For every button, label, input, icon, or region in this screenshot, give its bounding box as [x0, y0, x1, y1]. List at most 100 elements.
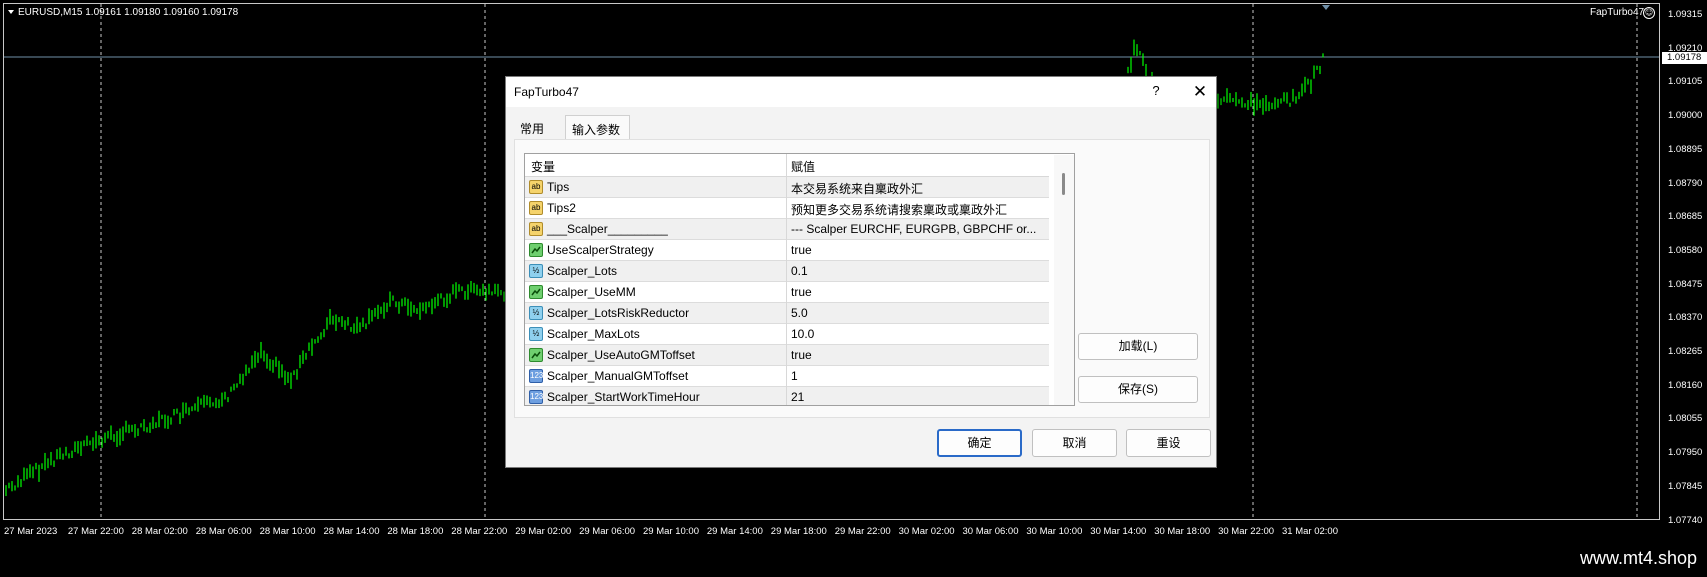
price-tick-label: 1.07740 — [1668, 514, 1703, 526]
close-button[interactable]: ✕ — [1188, 81, 1212, 103]
bool-type-icon — [529, 348, 543, 362]
price-tick-label: 1.07845 — [1668, 480, 1703, 492]
save-button[interactable]: 保存(S) — [1078, 376, 1198, 403]
tab-input-parameters[interactable]: 输入参数 — [565, 115, 630, 139]
time-tick-label: 28 Mar 10:00 — [259, 526, 316, 537]
dialog-titlebar[interactable]: FapTurbo47 ? ✕ — [506, 77, 1216, 107]
reset-button[interactable]: 重设 — [1126, 429, 1211, 457]
table-row[interactable]: ½ Scalper_Lots 0.1 — [525, 261, 1049, 282]
time-tick-label: 29 Mar 06:00 — [579, 526, 636, 537]
table-row[interactable]: ½ Scalper_MaxLots 10.0 — [525, 324, 1049, 345]
table-row[interactable]: ½ Scalper_LotsRiskReductor 5.0 — [525, 303, 1049, 324]
load-button[interactable]: 加载(L) — [1078, 333, 1198, 360]
param-name: Scalper_ManualGMToffset — [547, 369, 689, 383]
ea-properties-dialog: FapTurbo47 ? ✕ 常用 输入参数 变量 赋值 ab Tips 本交易系统… — [505, 76, 1217, 468]
price-tick-label: 1.08370 — [1668, 312, 1703, 324]
time-tick-label: 28 Mar 14:00 — [323, 526, 380, 537]
param-name: Scalper_UseAutoGMToffset — [547, 348, 695, 362]
param-value[interactable]: 1 — [791, 369, 1046, 383]
price-tick-label: 1.08685 — [1668, 211, 1703, 223]
bool-type-icon — [529, 243, 543, 257]
param-value[interactable]: 预知更多交易系统请搜索稟政或稟政外汇 — [791, 201, 1046, 218]
param-name: Tips2 — [547, 201, 576, 215]
time-tick-label: 28 Mar 22:00 — [451, 526, 508, 537]
string-type-icon: ab — [529, 222, 543, 236]
table-scrollbar[interactable] — [1054, 155, 1074, 405]
param-name: Scalper_UseMM — [547, 285, 636, 299]
price-tick-label: 1.09315 — [1668, 9, 1703, 20]
param-name: ___Scalper_________ — [547, 222, 668, 236]
table-row[interactable]: 123 Scalper_StartWorkTimeHour 21 — [525, 387, 1049, 405]
time-tick-label: 27 Mar 2023 — [4, 526, 58, 537]
table-row[interactable]: ab ___Scalper_________ --- Scalper EURCHF,… — [525, 219, 1049, 240]
integer-type-icon: 123 — [529, 369, 543, 383]
table-row[interactable]: UseScalperStrategy true — [525, 240, 1049, 261]
table-row[interactable]: Scalper_UseMM true — [525, 282, 1049, 303]
time-tick-label: 29 Mar 22:00 — [834, 526, 891, 537]
time-tick-label: 31 Mar 02:00 — [1282, 526, 1338, 537]
mt4-terminal-window: EURUSD,M15 1.09161 1.09180 1.09160 1.091… — [0, 0, 1707, 577]
param-value[interactable]: 0.1 — [791, 264, 1046, 278]
param-name: UseScalperStrategy — [547, 243, 654, 257]
time-tick-label: 29 Mar 18:00 — [770, 526, 827, 537]
time-tick-label: 29 Mar 02:00 — [515, 526, 572, 537]
time-tick-label: 30 Mar 06:00 — [962, 526, 1019, 537]
param-value[interactable]: 本交易系统来自稟政外汇 — [791, 180, 1046, 197]
price-tick-label: 1.08055 — [1668, 413, 1703, 425]
param-value[interactable]: 10.0 — [791, 327, 1046, 341]
scrollbar-thumb[interactable] — [1062, 173, 1065, 195]
param-value[interactable]: true — [791, 285, 1046, 299]
param-name: Tips — [547, 180, 570, 194]
price-tick-label: 1.08160 — [1668, 379, 1703, 391]
param-value[interactable]: 21 — [791, 390, 1046, 404]
param-name: Scalper_StartWorkTimeHour — [547, 390, 700, 404]
time-tick-label: 30 Mar 22:00 — [1218, 526, 1275, 537]
param-value[interactable]: 5.0 — [791, 306, 1046, 320]
double-type-icon: ½ — [529, 264, 543, 278]
time-tick-label: 30 Mar 10:00 — [1026, 526, 1083, 537]
param-value[interactable]: true — [791, 348, 1046, 362]
table-row[interactable]: Scalper_UseAutoGMToffset true — [525, 345, 1049, 366]
time-tick-label: 30 Mar 02:00 — [898, 526, 955, 537]
table-header: 变量 赋值 — [525, 154, 1049, 177]
price-tick-label: 1.09000 — [1668, 110, 1703, 122]
price-tick-label: 1.08895 — [1668, 143, 1703, 155]
time-tick-label: 28 Mar 18:00 — [387, 526, 444, 537]
table-row[interactable]: 123 Scalper_ManualGMToffset 1 — [525, 366, 1049, 387]
table-row[interactable]: ab Tips 本交易系统来自稟政外汇 — [525, 177, 1049, 198]
price-tick-label: 1.08475 — [1668, 278, 1703, 290]
symbol-info: EURUSD,M15 1.09161 1.09180 1.09160 1.091… — [18, 7, 239, 18]
string-type-icon: ab — [529, 201, 543, 215]
watermark: www.mt4.shop — [1579, 548, 1697, 568]
dialog-title: FapTurbo47 — [514, 85, 579, 99]
cancel-button[interactable]: 取消 — [1032, 429, 1117, 457]
price-tick-label: 1.08265 — [1668, 346, 1703, 357]
bool-type-icon — [529, 285, 543, 299]
smiley-icon: ☺ — [1643, 7, 1655, 19]
param-name: Scalper_Lots — [547, 264, 618, 278]
time-tick-label: 27 Mar 22:00 — [67, 526, 124, 537]
double-type-icon: ½ — [529, 306, 543, 320]
param-value[interactable]: --- Scalper EURCHF, EURGPB, GBPCHF or... — [791, 222, 1046, 236]
price-tick-label: 1.08790 — [1668, 177, 1703, 189]
help-button[interactable]: ? — [1146, 83, 1166, 101]
integer-type-icon: 123 — [529, 390, 543, 404]
param-name: Scalper_MaxLots — [547, 327, 640, 341]
column-header-variable[interactable]: 变量 — [531, 158, 555, 175]
time-tick-label: 30 Mar 18:00 — [1154, 526, 1211, 537]
price-tick-label: 1.08580 — [1668, 244, 1703, 256]
price-tick-label: 1.09105 — [1668, 76, 1703, 88]
time-tick-label: 30 Mar 14:00 — [1090, 526, 1147, 537]
symbol-menu-icon[interactable] — [8, 10, 14, 14]
param-value[interactable]: true — [791, 243, 1046, 257]
expert-advisor-label: FapTurbo47 — [1590, 7, 1645, 18]
shift-marker-icon[interactable] — [1322, 5, 1330, 10]
time-tick-label: 29 Mar 14:00 — [706, 526, 763, 537]
ok-button[interactable]: 确定 — [937, 429, 1022, 457]
table-row[interactable]: ab Tips2 预知更多交易系统请搜索稟政或稟政外汇 — [525, 198, 1049, 219]
column-header-value[interactable]: 赋值 — [791, 158, 815, 175]
price-tick-label: 1.07950 — [1668, 447, 1703, 459]
double-type-icon: ½ — [529, 327, 543, 341]
current-price-label: 1.09178 — [1662, 52, 1707, 64]
tab-general[interactable]: 常用 — [514, 115, 556, 139]
